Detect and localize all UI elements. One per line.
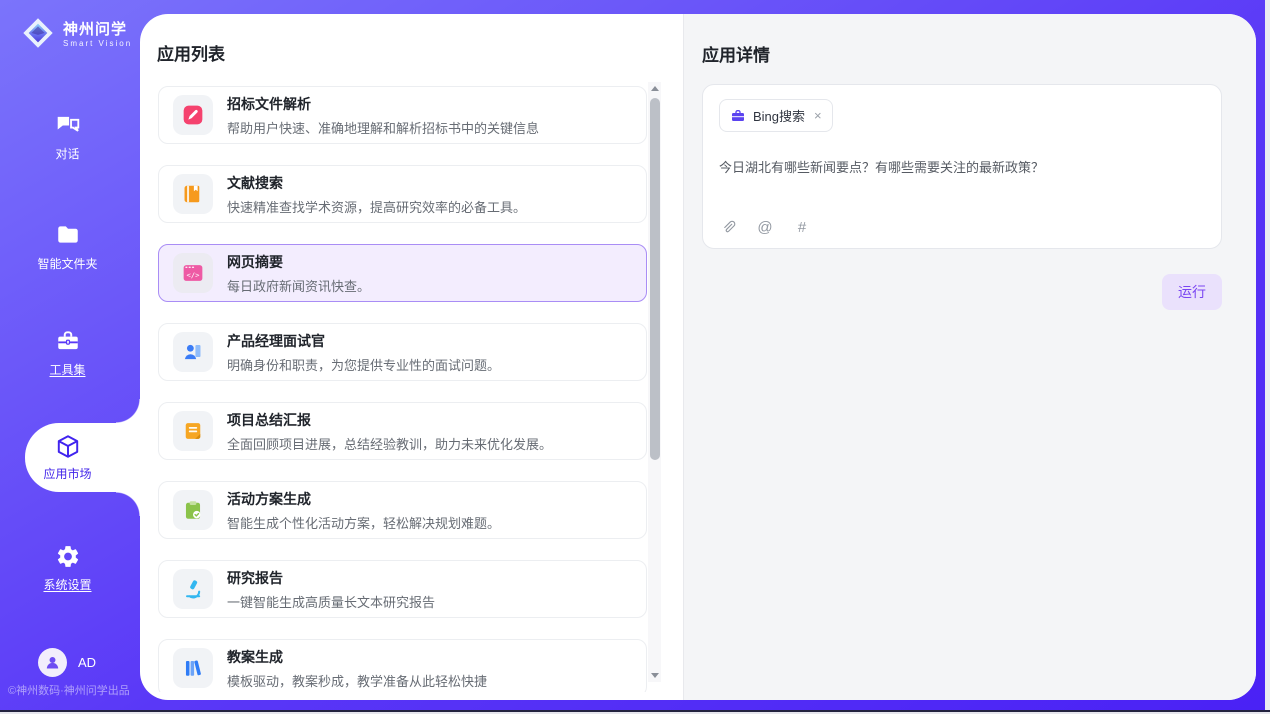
window-right-edge (1265, 0, 1270, 714)
app-card-literature-search[interactable]: 文献搜索 快速精准查找学术资源，提高研究效率的必备工具。 (158, 165, 647, 223)
sidebar-item-toolset[interactable]: 工具集 (0, 328, 135, 378)
edit-doc-icon (173, 95, 213, 135)
at-icon[interactable]: @ (756, 218, 774, 236)
toolbox-icon (55, 328, 81, 354)
app-name: 产品经理面试官 (227, 331, 500, 351)
app-name: 活动方案生成 (227, 489, 500, 509)
app-list-title: 应用列表 (157, 40, 225, 65)
paperclip-icon[interactable] (719, 218, 737, 236)
run-button[interactable]: 运行 (1162, 274, 1222, 310)
user-account[interactable]: AD (38, 648, 96, 677)
main-panel: 应用列表 招标文件解析 帮助用户快速、准确地理解和解析招标书中的关键信息 (140, 14, 1256, 700)
app-window: 神州问学 Smart Vision 对话 智能文件夹 (0, 0, 1270, 714)
sidebar-item-chat[interactable]: 对话 (0, 112, 135, 162)
sidebar-item-settings[interactable]: 系统设置 (0, 543, 135, 593)
app-card-lesson-plan[interactable]: 教案生成 模板驱动，教案秒成，教学准备从此轻松快捷 (158, 639, 647, 692)
interviewer-icon (173, 332, 213, 372)
app-card-event-plan[interactable]: 活动方案生成 智能生成个性化活动方案，轻松解决规划难题。 (158, 481, 647, 539)
sidebar-item-label: 智能文件夹 (37, 255, 97, 272)
app-desc: 快速精准查找学术资源，提高研究效率的必备工具。 (227, 197, 526, 216)
app-card-web-summary[interactable]: </> 网页摘要 每日政府新闻资讯快查。 (158, 244, 647, 302)
brand-tagline: Smart Vision (63, 40, 132, 49)
app-desc: 全面回顾项目进展，总结经验教训，助力未来优化发展。 (227, 434, 552, 453)
app-list: 招标文件解析 帮助用户快速、准确地理解和解析招标书中的关键信息 文献搜索 (140, 82, 683, 692)
app-desc: 智能生成个性化活动方案，轻松解决规划难题。 (227, 513, 500, 532)
chat-icon (55, 112, 81, 138)
app-card-project-summary[interactable]: 项目总结汇报 全面回顾项目进展，总结经验教训，助力未来优化发展。 (158, 402, 647, 460)
app-card-pm-interviewer[interactable]: 产品经理面试官 明确身份和职责，为您提供专业性的面试问题。 (158, 323, 647, 381)
briefcase-icon (730, 108, 746, 124)
web-code-icon: </> (173, 253, 213, 293)
app-desc: 每日政府新闻资讯快查。 (227, 276, 370, 295)
app-detail-title: 应用详情 (702, 41, 1222, 66)
copyright-text: ©神州数码·神州问学出品 (8, 682, 130, 698)
user-initials: AD (78, 655, 96, 670)
app-name: 文献搜索 (227, 173, 526, 193)
app-name: 教案生成 (227, 647, 487, 667)
sidebar-item-label: 系统设置 (43, 576, 91, 593)
app-name: 招标文件解析 (227, 94, 539, 114)
app-desc: 明确身份和职责，为您提供专业性的面试问题。 (227, 355, 500, 374)
close-icon[interactable]: × (814, 109, 822, 122)
clipboard-check-icon (173, 490, 213, 530)
app-list-section: 应用列表 招标文件解析 帮助用户快速、准确地理解和解析招标书中的关键信息 (140, 14, 683, 700)
scroll-up-arrow[interactable] (648, 82, 661, 95)
tool-chip-label: Bing搜索 (753, 106, 805, 125)
hash-icon[interactable]: # (793, 218, 811, 236)
app-name: 网页摘要 (227, 252, 370, 272)
brand-name: 神州问学 (63, 22, 132, 39)
prompt-input[interactable]: 今日湖北有哪些新闻要点？有哪些需要关注的最新政策？ (719, 158, 1205, 178)
sidebar-item-label: 对话 (55, 145, 79, 162)
app-list-scrollbar[interactable] (648, 82, 661, 682)
app-card-research-report[interactable]: 研究报告 一键智能生成高质量长文本研究报告 (158, 560, 647, 618)
books-icon (173, 648, 213, 688)
gear-icon (55, 543, 81, 569)
scroll-down-arrow[interactable] (648, 669, 661, 682)
sidebar-item-smart-folder[interactable]: 智能文件夹 (0, 222, 135, 272)
svg-text:</>: </> (187, 270, 200, 279)
diamond-logo-icon (21, 16, 55, 55)
brand-logo: 神州问学 Smart Vision (21, 16, 132, 55)
app-detail-section: 应用详情 Bing搜索 × 今日湖北有哪些新闻要点？有哪些需要关注的最新政策？ (683, 14, 1256, 700)
sidebar-item-label: 应用市场 (43, 465, 91, 482)
scroll-thumb[interactable] (650, 98, 660, 460)
app-name: 项目总结汇报 (227, 410, 552, 430)
prompt-card: Bing搜索 × 今日湖北有哪些新闻要点？有哪些需要关注的最新政策？ @ # (702, 84, 1222, 249)
sidebar-item-app-market[interactable]: 应用市场 (25, 423, 140, 492)
notes-icon (173, 411, 213, 451)
attachment-toolbar: @ # (719, 218, 1205, 236)
app-desc: 一键智能生成高质量长文本研究报告 (227, 592, 435, 611)
sidebar-item-label: 工具集 (49, 361, 85, 378)
tool-chip-bing-search[interactable]: Bing搜索 × (719, 99, 833, 132)
microscope-icon (173, 569, 213, 609)
cube-icon (55, 433, 81, 459)
app-desc: 帮助用户快速、准确地理解和解析招标书中的关键信息 (227, 118, 539, 137)
folder-icon (55, 222, 81, 248)
app-name: 研究报告 (227, 568, 435, 588)
book-icon (173, 174, 213, 214)
app-desc: 模板驱动，教案秒成，教学准备从此轻松快捷 (227, 671, 487, 690)
avatar (38, 648, 67, 677)
app-card-tender-parse[interactable]: 招标文件解析 帮助用户快速、准确地理解和解析招标书中的关键信息 (158, 86, 647, 144)
